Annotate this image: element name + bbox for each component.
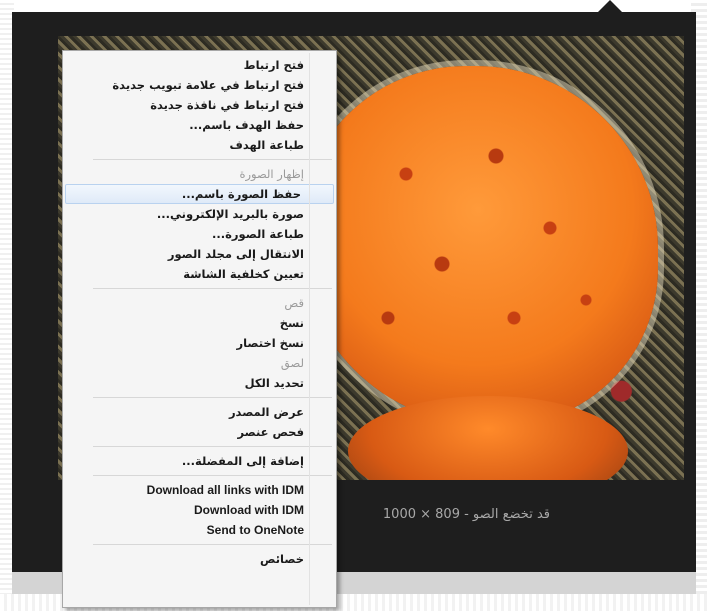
menu-item-cut: قص xyxy=(284,296,304,310)
menu-separator xyxy=(93,397,332,398)
menu-item-show-picture: إظهار الصورة xyxy=(239,167,304,181)
menu-item-idm-download-all[interactable]: Download all links with IDM xyxy=(63,480,336,500)
menu-item-copy-shortcut[interactable]: نسخ اختصار xyxy=(63,333,336,353)
menu-item-inspect-element[interactable]: فحص عنصر xyxy=(63,422,336,442)
menu-item-print-picture[interactable]: طباعة الصورة... xyxy=(63,224,336,244)
menu-item-send-to-onenote[interactable]: Send to OneNote xyxy=(63,520,336,540)
menu-item-paste: لصق xyxy=(280,356,304,370)
menu-item-properties[interactable]: خصائص xyxy=(63,549,336,569)
menu-item-save-target-as[interactable]: حفظ الهدف باسم... xyxy=(63,115,336,135)
menu-item-add-to-favorites[interactable]: إضافة إلى المفضلة... xyxy=(63,451,336,471)
menu-separator xyxy=(93,544,332,545)
menu-item-idm-download[interactable]: Download with IDM xyxy=(63,500,336,520)
menu-separator xyxy=(93,446,332,447)
menu-separator xyxy=(93,475,332,476)
orange-sponge-photo-lower xyxy=(348,396,628,480)
menu-item-view-source[interactable]: عرض المصدر xyxy=(63,402,336,422)
menu-separator xyxy=(93,288,332,289)
menu-item-go-to-pictures[interactable]: الانتقال إلى مجلد الصور xyxy=(63,244,336,264)
menu-item-set-as-background[interactable]: تعيين كخلفية الشاشة xyxy=(63,264,336,284)
menu-item-email-picture[interactable]: صورة بالبريد الإلكتروني... xyxy=(63,204,336,224)
image-dimensions-caption: 1000 × 809 - قد تخضع الصو xyxy=(382,507,550,522)
menu-item-open-link-new-tab[interactable]: فتح ارتباط في علامة تبويب جديدة xyxy=(63,75,336,95)
panel-pointer-notch xyxy=(596,0,624,14)
menu-item-select-all[interactable]: تحديد الكل xyxy=(63,373,336,393)
menu-item-save-picture-as[interactable]: حفظ الصورة باسم... xyxy=(65,184,334,204)
menu-item-print-target[interactable]: طباعة الهدف xyxy=(63,135,336,155)
orange-sponge-photo xyxy=(298,66,658,426)
menu-icon-gutter xyxy=(309,53,310,605)
menu-item-open-link[interactable]: فتح ارتباط xyxy=(63,55,336,75)
context-menu: فتح ارتباط فتح ارتباط في علامة تبويب جدي… xyxy=(62,50,337,608)
menu-separator xyxy=(93,159,332,160)
menu-item-copy[interactable]: نسخ xyxy=(63,313,336,333)
menu-item-open-link-new-window[interactable]: فتح ارتباط في نافذة جديدة xyxy=(63,95,336,115)
